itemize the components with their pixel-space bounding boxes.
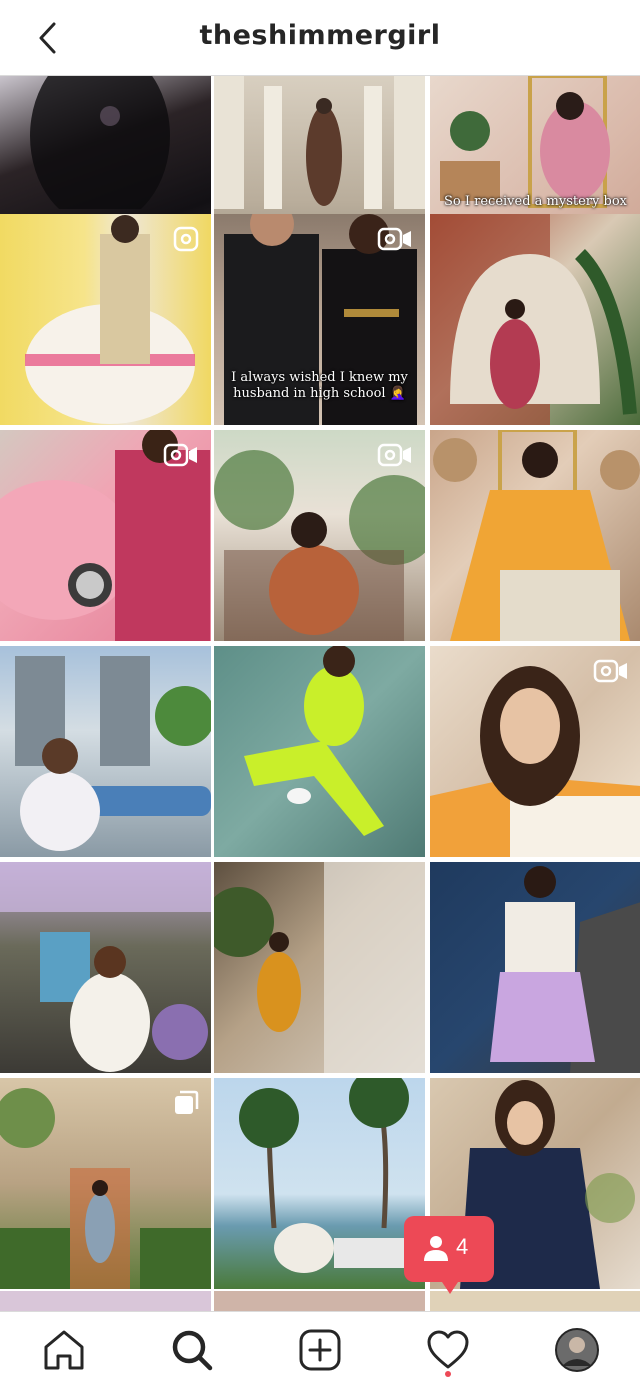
activity-indicator-dot <box>445 1371 451 1377</box>
search-icon <box>172 1330 213 1371</box>
reel-icon <box>163 443 197 467</box>
bottom-tab-bar <box>0 1311 640 1386</box>
post-thumbnail[interactable] <box>430 1291 640 1311</box>
post-thumbnail[interactable] <box>0 430 211 641</box>
profile-avatar <box>555 1328 599 1372</box>
post-thumbnail[interactable] <box>430 862 640 1073</box>
post-thumbnail[interactable] <box>214 430 425 641</box>
post-thumbnail[interactable] <box>0 1291 211 1311</box>
activity-heart-icon <box>427 1330 469 1369</box>
profile-header: theshimmergirl <box>0 0 640 76</box>
reel-icon <box>377 443 411 467</box>
post-thumbnail[interactable] <box>214 862 425 1073</box>
reel-icon <box>377 227 411 251</box>
post-thumbnail[interactable] <box>430 646 640 857</box>
tab-new-post[interactable] <box>296 1326 344 1374</box>
new-post-icon <box>299 1329 341 1371</box>
post-caption: I always wished I knew my husband in hig… <box>231 370 408 401</box>
reel-icon <box>593 659 627 683</box>
post-thumbnail[interactable] <box>0 214 211 425</box>
tab-activity[interactable] <box>424 1326 472 1374</box>
post-thumbnail[interactable] <box>214 1291 425 1311</box>
tab-profile[interactable] <box>553 1326 601 1374</box>
tab-search[interactable] <box>168 1326 216 1374</box>
carousel-icon <box>175 1090 199 1114</box>
reel-icon <box>173 226 199 252</box>
post-thumbnail[interactable] <box>214 646 425 857</box>
post-thumbnail[interactable] <box>214 1078 425 1289</box>
post-thumbnail[interactable] <box>430 214 640 425</box>
post-thumbnail[interactable] <box>430 430 640 641</box>
profile-username: theshimmergirl <box>199 20 441 51</box>
tab-home[interactable] <box>40 1326 88 1374</box>
activity-notification-badge[interactable]: 4 <box>404 1216 494 1294</box>
post-caption: So I received a mystery box <box>444 194 627 209</box>
home-icon <box>44 1330 84 1370</box>
post-thumbnail[interactable]: I always wished I knew my husband in hig… <box>214 214 425 425</box>
post-thumbnail[interactable] <box>0 1078 211 1289</box>
notification-count: 4 <box>456 1234 469 1259</box>
post-thumbnail[interactable] <box>0 646 211 857</box>
person-icon <box>424 1236 448 1261</box>
post-thumbnail[interactable] <box>0 862 211 1073</box>
